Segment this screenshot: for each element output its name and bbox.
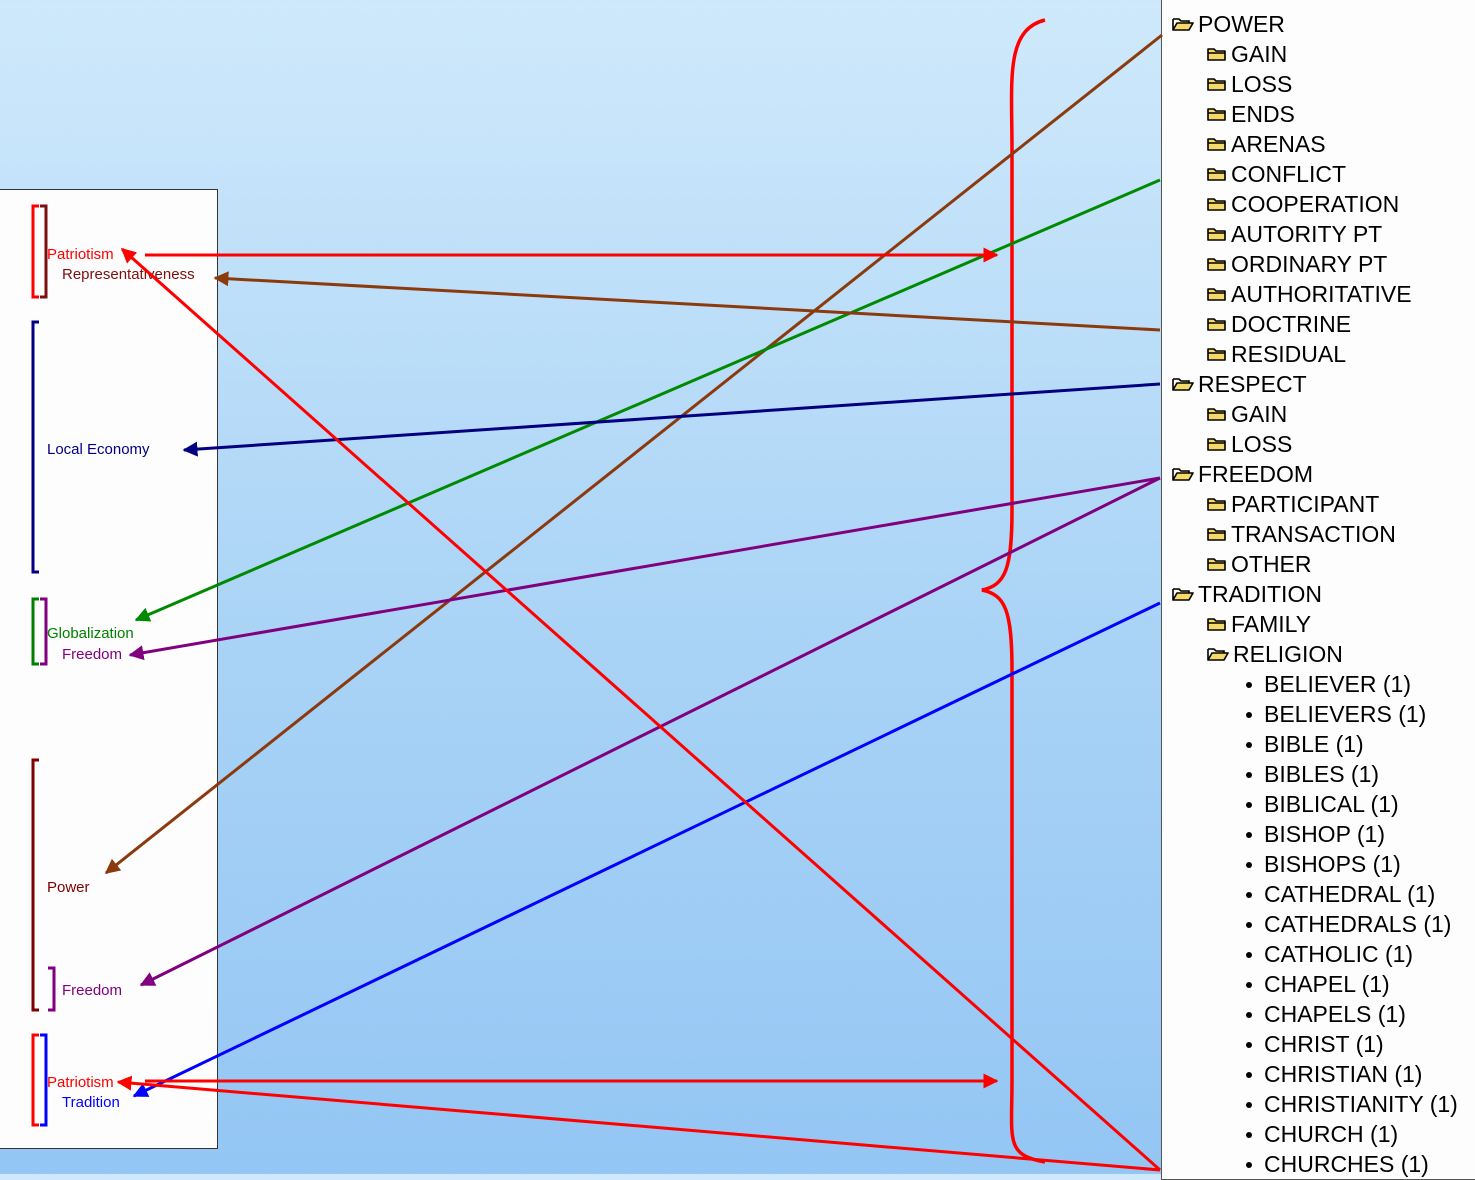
power-bracket: [31, 758, 39, 1012]
churches-to-patriotism-bottom-arrow: [116, 1075, 1161, 1172]
churches-to-patriotism-top-arrow: [120, 247, 1161, 1172]
representativeness-bracket: [40, 204, 48, 299]
local-economy-bracket: [31, 320, 39, 574]
freedom-1-bracket: [40, 597, 48, 666]
connector-overlay: [31, 18, 1163, 1172]
patriotism-2-bracket: [31, 1033, 39, 1127]
power-to-power-arrow: [104, 33, 1163, 875]
patriotism-1-bracket: [31, 204, 39, 299]
doctrine-to-representativeness-arrow: [213, 271, 1161, 332]
tradition-link-arrow: [132, 601, 1161, 1098]
tradition-bracket: [40, 1033, 48, 1127]
curly-brace: [981, 18, 1046, 1164]
globalization-bracket: [31, 597, 39, 666]
freedom-2-bracket: [48, 966, 56, 1012]
freedom-to-freedom-2-arrow: [139, 476, 1161, 987]
